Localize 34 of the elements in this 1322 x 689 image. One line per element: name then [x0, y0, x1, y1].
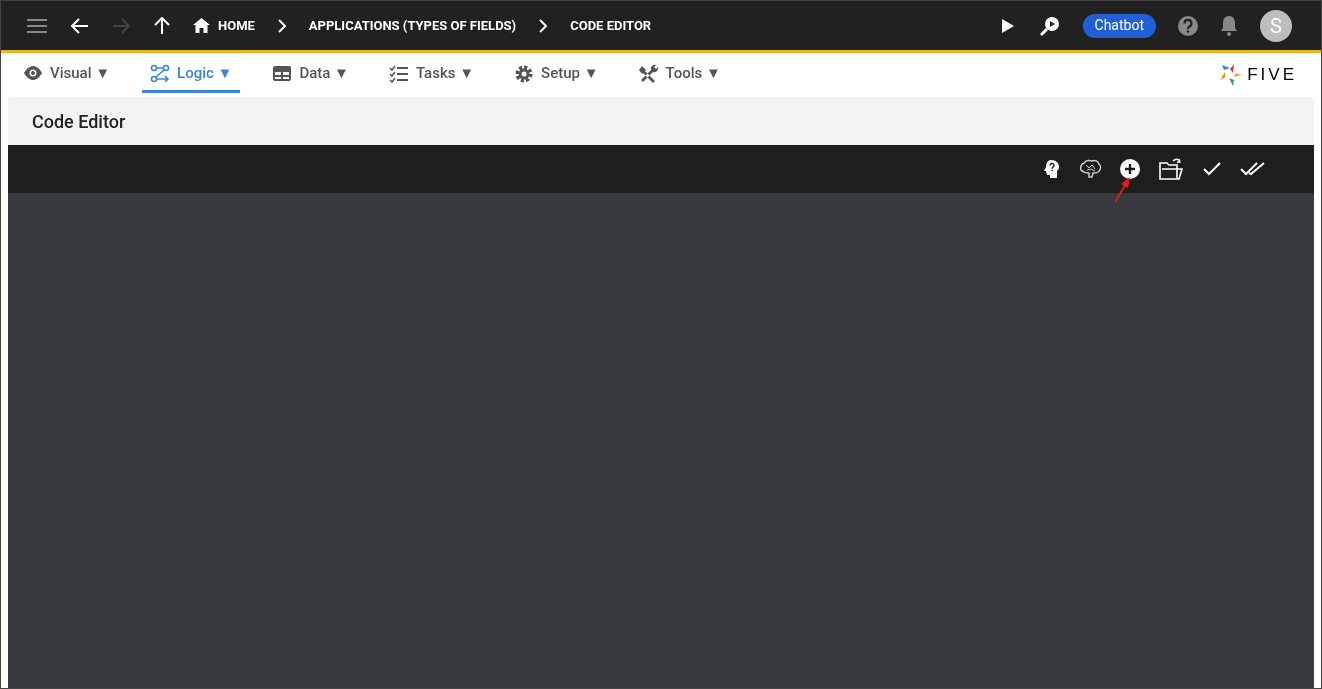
logo: FIVE [1219, 62, 1297, 88]
menu-tab[interactable]: Setup ▼ [506, 57, 607, 93]
gear-icon [514, 63, 535, 84]
tools-icon [638, 63, 659, 84]
bell-icon[interactable] [1220, 15, 1238, 36]
logic-icon [150, 63, 171, 84]
help-icon[interactable] [1177, 14, 1199, 37]
search-icon[interactable] [1038, 14, 1061, 37]
home-icon [193, 18, 210, 33]
back-icon[interactable] [70, 15, 90, 36]
menu-tab[interactable]: Tools ▼ [630, 57, 729, 93]
help-head-icon[interactable] [1042, 159, 1062, 179]
table-icon [272, 63, 293, 84]
up-icon[interactable] [153, 16, 171, 35]
menu-icon[interactable] [26, 17, 48, 34]
panel-title: Code Editor [32, 109, 126, 134]
breadcrumb-link[interactable]: APPLICATIONS (TYPES OF FIELDS) [308, 15, 517, 36]
menu-tab[interactable]: Data ▼ [264, 57, 357, 93]
play-icon[interactable] [1000, 17, 1015, 34]
double-check-icon[interactable] [1240, 161, 1266, 177]
chatbot-button[interactable]: Chatbot [1082, 13, 1156, 38]
tasks-icon [388, 63, 409, 84]
menu-tab[interactable]: Logic ▼ [142, 57, 241, 93]
chevron-icon [276, 18, 287, 33]
chevron-icon [538, 18, 549, 33]
breadcrumb-link[interactable]: HOME [193, 15, 255, 36]
breadcrumb-link[interactable]: CODE EDITOR [570, 15, 652, 36]
folder-icon[interactable] [1158, 157, 1184, 181]
menu-tab[interactable]: Tasks ▼ [380, 57, 483, 93]
check-icon[interactable] [1202, 161, 1222, 177]
annotation-arrow [1113, 176, 1131, 204]
brain-icon[interactable] [1080, 159, 1102, 179]
add-icon[interactable] [1120, 159, 1140, 179]
menu-tab[interactable]: Visual ▼ [15, 57, 119, 93]
